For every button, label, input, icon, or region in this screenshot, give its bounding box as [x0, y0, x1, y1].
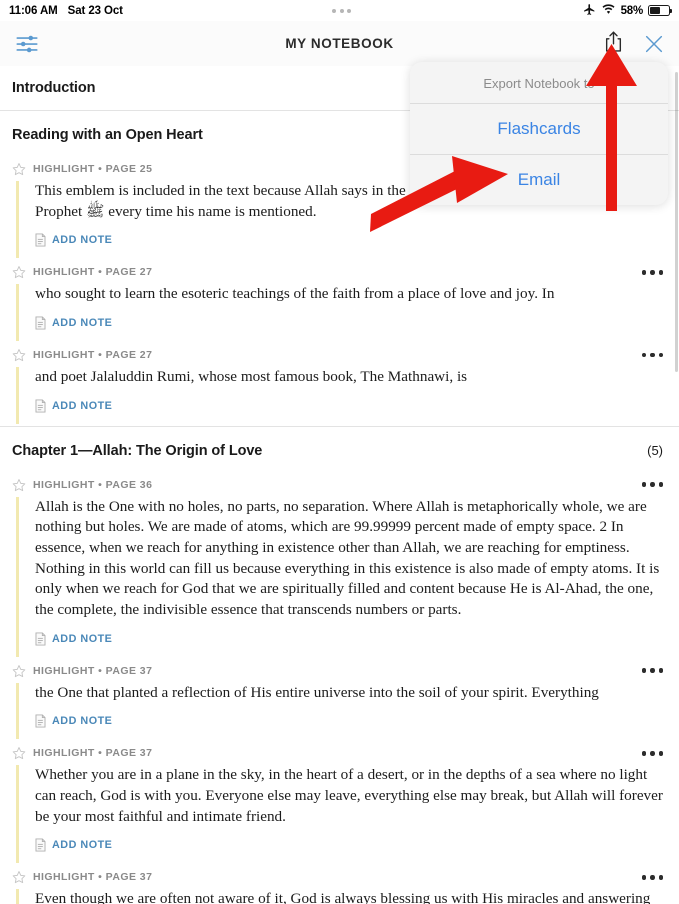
add-note-button[interactable]: ADD NOTE: [35, 226, 663, 258]
airplane-mode-icon: [583, 3, 596, 19]
note-document-icon: [35, 838, 46, 852]
export-option-flashcards[interactable]: Flashcards: [410, 104, 668, 155]
close-button[interactable]: [643, 33, 665, 55]
highlight-page-label: HIGHLIGHT • PAGE 37: [33, 664, 153, 677]
add-note-button[interactable]: ADD NOTE: [35, 392, 663, 424]
status-time: 11:06 AM: [9, 4, 58, 17]
add-note-label: ADD NOTE: [52, 715, 113, 728]
status-bar-right: 58%: [583, 3, 673, 19]
highlight-text: the One that planted a reflection of His…: [35, 683, 599, 701]
note-document-icon: [35, 316, 46, 330]
highlight-body: who sought to learn the esoteric teachin…: [16, 284, 663, 342]
star-outline-icon[interactable]: [12, 265, 26, 279]
share-export-icon: [603, 30, 624, 57]
wifi-icon: [601, 3, 616, 18]
overflow-menu-icon[interactable]: [632, 349, 663, 362]
highlight-meta-row: HIGHLIGHT • PAGE 36: [12, 478, 663, 497]
export-option-email[interactable]: Email: [410, 155, 668, 205]
sliders-filter-icon: [14, 31, 40, 57]
highlight-entry[interactable]: HIGHLIGHT • PAGE 37 Even though we are of…: [0, 865, 679, 904]
highlight-body: Whether you are in a plane in the sky, i…: [16, 765, 663, 864]
highlight-text: Allah is the One with no holes, no parts…: [35, 497, 660, 619]
highlight-meta-row: HIGHLIGHT • PAGE 37: [12, 664, 663, 683]
highlight-body: Even though we are often not aware of it…: [16, 889, 663, 904]
section-title: Chapter 1—Allah: The Origin of Love: [12, 442, 263, 459]
share-export-button[interactable]: [602, 31, 624, 56]
battery-icon: [648, 5, 673, 16]
highlight-page-label: HIGHLIGHT • PAGE 37: [33, 871, 153, 884]
export-notebook-popover: Export Notebook to Flashcards Email: [410, 62, 668, 205]
highlight-page-label: HIGHLIGHT • PAGE 25: [33, 163, 153, 175]
filter-button[interactable]: [14, 31, 40, 57]
close-x-icon: [643, 33, 665, 55]
highlight-page-label: HIGHLIGHT • PAGE 37: [33, 747, 153, 760]
highlight-meta-row: HIGHLIGHT • PAGE 27: [12, 265, 663, 284]
note-document-icon: [35, 632, 46, 646]
star-outline-icon[interactable]: [12, 348, 26, 362]
highlight-meta-row: HIGHLIGHT • PAGE 27: [12, 348, 663, 367]
highlight-entry[interactable]: HIGHLIGHT • PAGE 27 who sought to learn t…: [0, 260, 679, 343]
note-document-icon: [35, 233, 46, 247]
highlight-page-label: HIGHLIGHT • PAGE 27: [33, 266, 153, 279]
overflow-menu-icon[interactable]: [632, 664, 663, 677]
highlight-entry[interactable]: HIGHLIGHT • PAGE 37 the One that planted …: [0, 659, 679, 742]
page-title: MY NOTEBOOK: [285, 36, 394, 51]
top-navigation-bar: MY NOTEBOOK: [0, 21, 679, 66]
section-title: Introduction: [12, 80, 96, 96]
status-bar-center: [123, 8, 583, 13]
overflow-menu-icon[interactable]: [632, 478, 663, 491]
add-note-button[interactable]: ADD NOTE: [35, 831, 663, 863]
star-outline-icon[interactable]: [12, 870, 26, 884]
star-outline-icon[interactable]: [12, 664, 26, 678]
status-bar-left: 11:06 AM Sat 23 Oct: [9, 5, 123, 17]
popover-header-label: Export Notebook to: [410, 62, 668, 104]
highlight-meta-row: HIGHLIGHT • PAGE 37: [12, 746, 663, 765]
overflow-menu-icon[interactable]: [632, 871, 663, 884]
star-outline-icon[interactable]: [12, 746, 26, 760]
battery-percent-label: 58%: [620, 4, 644, 17]
add-note-label: ADD NOTE: [52, 839, 113, 852]
highlight-body: and poet Jalaluddin Rumi, whose most fam…: [16, 367, 663, 424]
star-outline-icon[interactable]: [12, 162, 26, 176]
highlight-entry[interactable]: HIGHLIGHT • PAGE 27 and poet Jalaluddin R…: [0, 343, 679, 426]
note-document-icon: [35, 714, 46, 728]
note-document-icon: [35, 399, 46, 413]
vertical-scrollbar[interactable]: [674, 72, 678, 372]
status-date: Sat 23 Oct: [67, 4, 123, 17]
section-header[interactable]: Chapter 1—Allah: The Origin of Love (5): [0, 425, 679, 473]
highlight-page-label: HIGHLIGHT • PAGE 36: [33, 478, 153, 491]
highlight-page-label: HIGHLIGHT • PAGE 27: [33, 349, 153, 362]
highlight-body: Allah is the One with no holes, no parts…: [16, 496, 663, 657]
star-outline-icon[interactable]: [12, 478, 26, 492]
add-note-label: ADD NOTE: [52, 632, 113, 645]
section-highlight-count: (5): [647, 442, 663, 458]
highlight-text: Even though we are often not aware of it…: [35, 890, 651, 904]
highlight-text: Whether you are in a plane in the sky, i…: [35, 766, 663, 825]
add-note-label: ADD NOTE: [52, 234, 113, 247]
highlight-entry[interactable]: HIGHLIGHT • PAGE 36 Allah is the One with…: [0, 473, 679, 659]
add-note-button[interactable]: ADD NOTE: [35, 707, 663, 739]
overflow-menu-icon[interactable]: [632, 747, 663, 760]
highlight-text: who sought to learn the esoteric teachin…: [35, 285, 555, 303]
highlight-meta-row: HIGHLIGHT • PAGE 37: [12, 870, 663, 889]
add-note-label: ADD NOTE: [52, 317, 113, 330]
highlight-text: and poet Jalaluddin Rumi, whose most fam…: [35, 368, 468, 386]
add-note-button[interactable]: ADD NOTE: [35, 625, 663, 657]
status-bar: 11:06 AM Sat 23 Oct 58%: [0, 0, 679, 21]
highlight-entry[interactable]: HIGHLIGHT • PAGE 37 Whether you are in a …: [0, 741, 679, 865]
section-title: Reading with an Open Heart: [12, 127, 203, 143]
highlight-body: the One that planted a reflection of His…: [16, 682, 663, 740]
overflow-menu-icon[interactable]: [632, 266, 663, 279]
add-note-label: ADD NOTE: [52, 399, 113, 412]
multitask-handle-icon[interactable]: [332, 8, 352, 13]
add-note-button[interactable]: ADD NOTE: [35, 309, 663, 341]
